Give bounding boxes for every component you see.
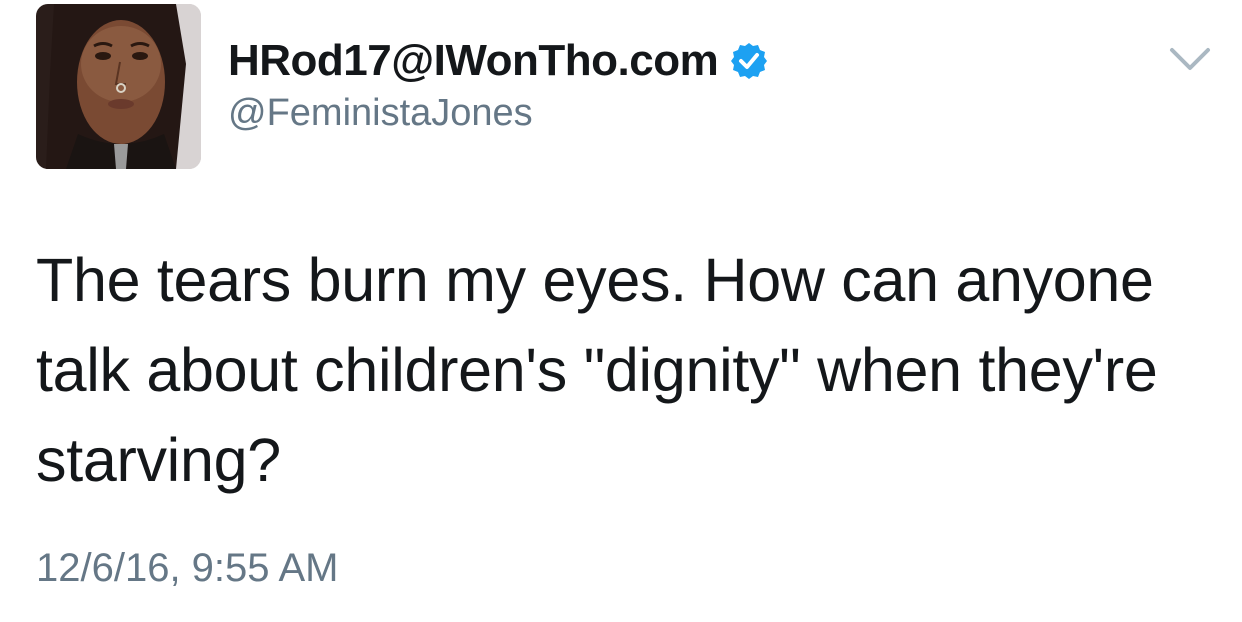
- avatar[interactable]: [36, 4, 201, 169]
- verified-badge-icon: [730, 42, 768, 80]
- tweet-text: The tears burn my eyes. How can anyone t…: [36, 246, 1158, 494]
- author-handle[interactable]: @FeministaJones: [228, 92, 533, 135]
- author-name-row[interactable]: HRod17@IWonTho.com: [228, 34, 768, 88]
- tweet-timestamp[interactable]: 12/6/16, 9:55 AM: [36, 546, 338, 591]
- avatar-photo: [36, 4, 201, 169]
- tweet-card: HRod17@IWonTho.com @FeministaJones The t…: [0, 0, 1242, 622]
- display-name[interactable]: HRod17@IWonTho.com: [228, 36, 719, 86]
- chevron-down-icon[interactable]: [1168, 44, 1212, 74]
